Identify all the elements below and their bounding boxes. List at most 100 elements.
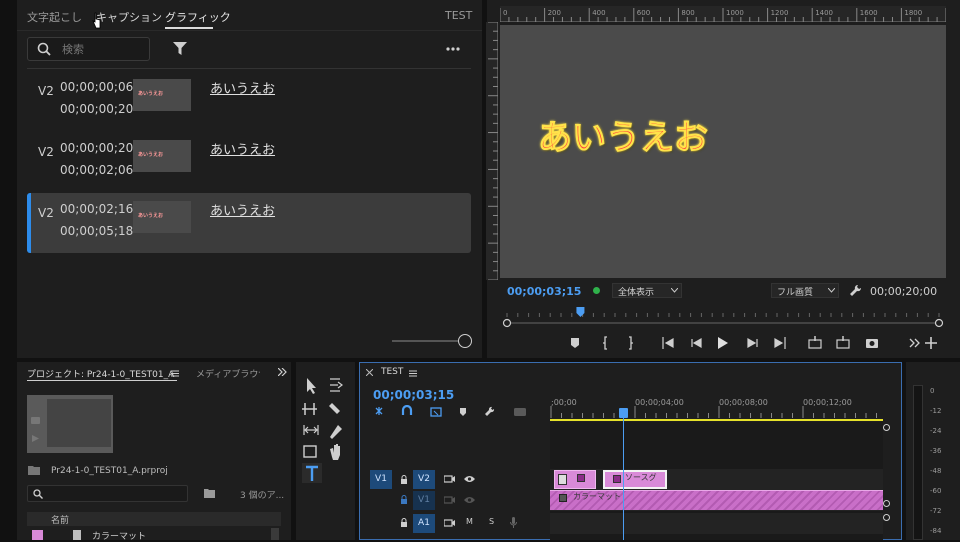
track-target-v2[interactable]: V2 [413,470,435,489]
tab-transcript[interactable]: 文字起こし [27,9,82,25]
scroll-handle-top[interactable] [883,424,890,431]
captions-icon[interactable] [514,408,526,416]
timeline-current-time[interactable]: 00;00;03;15 [373,388,454,402]
wrench-icon[interactable] [485,406,495,416]
mark-in-icon[interactable] [603,336,607,350]
hamburger-icon[interactable] [409,370,417,377]
lock-icon[interactable] [400,518,408,527]
thumbnail-text: あいうえお [138,213,164,219]
filter-icon[interactable] [173,42,187,55]
lock-icon[interactable] [400,495,408,504]
tab-captions[interactable]: キャプション [96,9,162,25]
razor-tool-icon[interactable] [329,403,340,414]
graphic-text[interactable]: あいうえお [210,200,275,219]
search-box[interactable]: 検索 [27,37,150,61]
scroll-handle-bottom[interactable] [883,514,890,521]
timeline-playhead-handle[interactable] [619,408,629,418]
mute-button[interactable]: M [466,517,473,526]
play-icon[interactable] [718,337,728,349]
list-item-selected[interactable]: V2 00;00;02;16 00;00;05;18 あいうえお あいうえお [27,193,471,253]
canvas-title-text[interactable]: あいうえお [538,110,709,159]
sequence-tab[interactable]: TEST [381,367,403,377]
add-marker-icon[interactable] [460,408,466,416]
selection-tool-icon[interactable] [307,378,316,394]
new-bin-icon[interactable] [204,488,215,498]
ruler-tick-label: 400 [592,9,605,17]
monitor-current-time[interactable]: 00;00;03;15 [507,285,581,298]
snap-icon[interactable] [401,405,413,415]
work-area-bar[interactable] [550,419,883,421]
insert-nest-icon[interactable] [375,407,383,415]
tab-graphics[interactable]: グラフィック [165,9,231,25]
meter-label: -60 [930,487,942,495]
tab-test[interactable]: TEST [445,9,472,22]
slip-tool-icon[interactable] [303,425,319,435]
more-options-icon[interactable] [446,47,460,51]
zoom-slider-track[interactable] [392,340,458,342]
expand-panels-icon[interactable] [278,368,287,376]
ripple-edit-tool-icon[interactable] [302,403,317,415]
clip-label: ソースグ [625,473,657,482]
timeline-playhead[interactable] [623,408,625,540]
list-item[interactable]: V2 00;00;00;06 00;00;00;20 あいうえお あいうえお [27,71,471,131]
graphic-text[interactable]: あいうえお [210,139,275,158]
step-forward-icon[interactable] [747,337,758,349]
track-target-a1[interactable]: A1 [413,514,435,533]
step-back-icon[interactable] [691,337,702,349]
type-tool-icon[interactable] [302,463,322,483]
wrench-icon[interactable] [849,284,862,297]
clip-graphic-1[interactable] [554,470,596,489]
scroll-handle-mid[interactable] [883,500,890,507]
media-browser-tab[interactable]: メディアブラウザ [196,367,260,380]
eye-icon[interactable] [464,475,475,483]
hand-tool-icon[interactable] [330,444,340,460]
ruler-tick-label: 0 [503,9,507,17]
camera-icon[interactable] [866,339,878,348]
more-controls-icon[interactable] [909,338,920,348]
clip-graphic-2[interactable]: ソースグ [603,470,667,489]
status-dot-icon [593,287,600,294]
zoom-slider-handle[interactable] [458,334,472,348]
solo-button[interactable]: S [489,517,494,526]
sync-lock-icon[interactable] [444,475,455,483]
eye-icon[interactable] [464,496,475,504]
scrubber-start-handle[interactable] [502,318,512,328]
lift-icon[interactable] [808,336,822,349]
track-target-v1[interactable]: V1 [413,491,435,510]
extract-icon[interactable] [836,336,850,349]
zoom-select[interactable]: 全体表示 [612,283,682,298]
monitor-playhead[interactable] [576,307,585,317]
project-tab-title[interactable]: プロジェクト: Pr24-1-0_TEST01_A [27,367,174,380]
pen-tool-icon[interactable] [330,425,342,439]
close-icon[interactable] [366,369,373,376]
clip-icon [613,475,621,483]
name-column-label[interactable]: 名前 [51,513,69,526]
track-label: V2 [38,206,54,220]
search-input[interactable]: 検索 [62,41,84,57]
graphic-text[interactable]: あいうえお [210,78,275,97]
in-time: 00;00;02;16 [60,202,134,216]
rectangle-tool-icon[interactable] [303,445,317,458]
quality-select[interactable]: フル画質 [771,283,839,298]
project-search-input[interactable] [27,485,188,502]
project-scrollbar[interactable] [271,528,279,540]
list-item[interactable]: V2 00;00;00;20 00;00;02;06 あいうえお あいうえお [27,132,471,192]
lock-icon[interactable] [400,475,408,484]
meter-label: -72 [930,507,942,515]
source-patch-v1[interactable]: V1 [370,470,392,489]
microphone-icon[interactable] [510,517,517,528]
sync-lock-icon[interactable] [444,496,455,504]
add-marker-icon[interactable] [571,338,579,348]
sync-lock-icon[interactable] [444,519,455,527]
track-select-tool-icon[interactable] [330,378,343,392]
add-button-icon[interactable] [925,337,937,349]
go-to-out-icon[interactable] [774,337,786,349]
go-to-in-icon[interactable] [662,337,674,349]
mark-out-icon[interactable] [629,336,633,350]
linked-selection-icon[interactable] [430,407,442,417]
scrubber-end-handle[interactable] [934,318,944,328]
hamburger-icon[interactable] [171,370,179,377]
clip-label: カラーマット [573,492,621,501]
clip-color-matte[interactable]: カラーマット [550,490,883,510]
monitor-scrubber[interactable] [500,305,946,329]
